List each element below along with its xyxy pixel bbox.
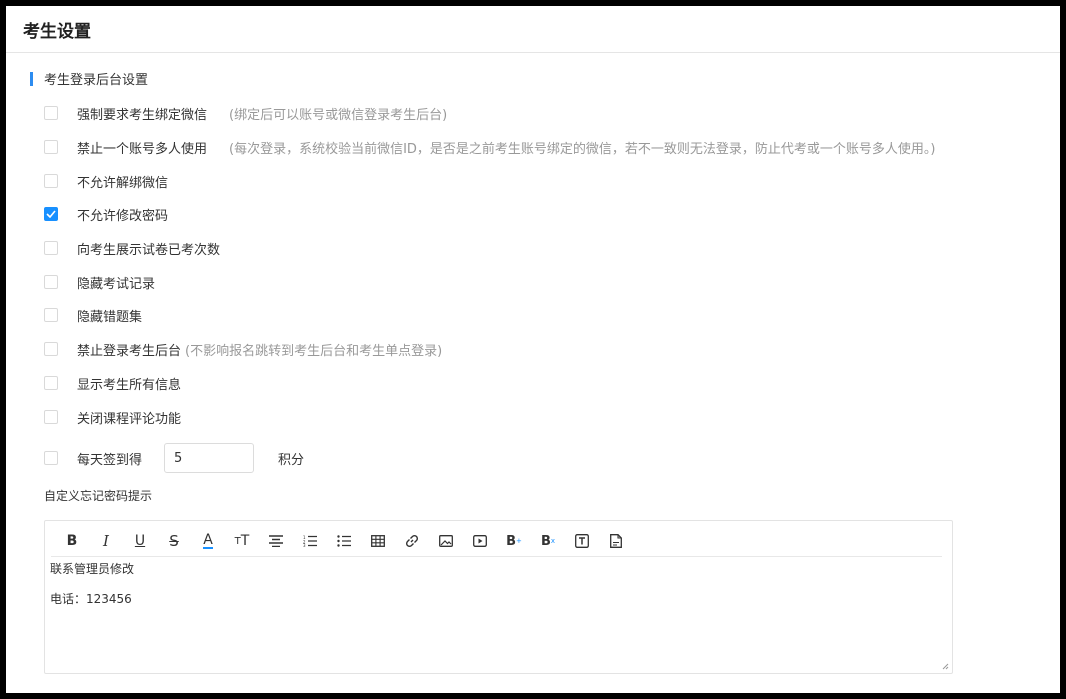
option-hint: (绑定后可以账号或微信登录考生后台) — [229, 107, 448, 123]
text-box-icon[interactable] — [572, 531, 592, 551]
section-title-text: 考生登录后台设置 — [44, 73, 149, 88]
checkbox-bind-wechat[interactable] — [44, 106, 58, 120]
font-size-icon[interactable]: TT — [232, 531, 252, 551]
option-label: 显示考生所有信息 — [77, 377, 182, 393]
file-icon[interactable] — [606, 531, 626, 551]
font-color-icon[interactable]: A — [198, 531, 218, 551]
checkin-label: 每天签到得 — [77, 452, 143, 468]
option-label: 关闭课程评论功能 — [77, 411, 182, 427]
option-no-change-password[interactable]: 不允许修改密码 — [44, 204, 168, 224]
option-hide-wrong-questions[interactable]: 隐藏错题集 — [44, 305, 142, 325]
checkbox-hide-exam-records[interactable] — [44, 275, 58, 289]
link-icon[interactable] — [402, 531, 422, 551]
checkbox-disable-course-comments[interactable] — [44, 410, 58, 424]
checkbox-hide-wrong-questions[interactable] — [44, 308, 58, 322]
option-label: 隐藏考试记录 — [77, 276, 156, 292]
option-hint: (不影响报名跳转到考生后台和考生单点登录) — [185, 343, 443, 359]
option-daily-checkin[interactable]: 每天签到得 积分 — [44, 442, 304, 474]
option-no-unbind-wechat[interactable]: 不允许解绑微信 — [44, 171, 168, 191]
image-icon[interactable] — [436, 531, 456, 551]
bold-icon[interactable]: B — [62, 531, 82, 551]
editor-toolbar: B I U S A TT 123 B + B x — [51, 526, 942, 557]
ordered-list-icon[interactable]: 123 — [300, 531, 320, 551]
option-bind-wechat[interactable]: 强制要求考生绑定微信 (绑定后可以账号或微信登录考生后台) — [44, 103, 447, 123]
page-header: 考生设置 — [6, 6, 1060, 53]
section-title: 考生登录后台设置 — [30, 69, 148, 88]
option-hint: (每次登录，系统校验当前微信ID，是否是之前考生账号绑定的微信，若不一致则无法登… — [229, 141, 936, 157]
rich-text-editor[interactable]: B I U S A TT 123 B + B x 联系管理员修改 电话：1234… — [44, 520, 953, 674]
option-show-attempt-count[interactable]: 向考生展示试卷已考次数 — [44, 238, 220, 258]
checkbox-disable-backend-login[interactable] — [44, 342, 58, 356]
checkbox-show-attempt-count[interactable] — [44, 241, 58, 255]
option-label: 隐藏错题集 — [77, 309, 143, 325]
checkbox-show-all-info[interactable] — [44, 376, 58, 390]
option-label: 向考生展示试卷已考次数 — [77, 242, 221, 258]
checkbox-daily-checkin[interactable] — [44, 451, 58, 465]
editor-content[interactable]: 联系管理员修改 电话：123456 — [50, 562, 134, 622]
strikethrough-icon[interactable]: S — [164, 531, 184, 551]
checkin-points-input[interactable] — [164, 443, 255, 473]
resize-handle-icon[interactable] — [942, 663, 949, 670]
align-center-icon[interactable] — [266, 531, 286, 551]
option-single-user[interactable]: 禁止一个账号多人使用 (每次登录，系统校验当前微信ID，是否是之前考生账号绑定的… — [44, 137, 936, 157]
checkbox-no-unbind-wechat[interactable] — [44, 174, 58, 188]
option-disable-backend-login[interactable]: 禁止登录考生后台 (不影响报名跳转到考生后台和考生单点登录) — [44, 339, 442, 359]
editor-line: 电话：123456 — [50, 592, 132, 606]
option-label: 强制要求考生绑定微信 — [77, 107, 208, 123]
option-label: 不允许解绑微信 — [77, 175, 169, 191]
italic-icon[interactable]: I — [96, 531, 116, 551]
table-icon[interactable] — [368, 531, 388, 551]
check-icon — [46, 210, 56, 218]
option-show-all-info[interactable]: 显示考生所有信息 — [44, 373, 181, 393]
page-title: 考生设置 — [23, 21, 91, 42]
checkin-points-unit: 积分 — [278, 452, 305, 468]
option-label: 禁止登录考生后台 — [77, 343, 182, 359]
editor-line: 联系管理员修改 — [50, 562, 135, 576]
settings-panel: 考生设置 考生登录后台设置 强制要求考生绑定微信 (绑定后可以账号或微信登录考生… — [6, 6, 1060, 693]
option-label: 禁止一个账号多人使用 — [77, 141, 208, 157]
option-disable-course-comments[interactable]: 关闭课程评论功能 — [44, 407, 181, 427]
superscript-icon[interactable]: B + — [504, 531, 524, 551]
underline-icon[interactable]: U — [130, 531, 150, 551]
subscript-icon[interactable]: Bx — [538, 531, 558, 551]
section-accent-bar — [30, 71, 33, 86]
video-icon[interactable] — [470, 531, 490, 551]
checkbox-single-user[interactable] — [44, 140, 58, 154]
forgot-password-label: 自定义忘记密码提示 — [44, 489, 153, 503]
option-hide-exam-records[interactable]: 隐藏考试记录 — [44, 272, 155, 292]
option-label: 不允许修改密码 — [77, 208, 169, 224]
checkbox-no-change-password[interactable] — [44, 207, 58, 221]
unordered-list-icon[interactable] — [334, 531, 354, 551]
svg-text:3: 3 — [303, 543, 306, 547]
